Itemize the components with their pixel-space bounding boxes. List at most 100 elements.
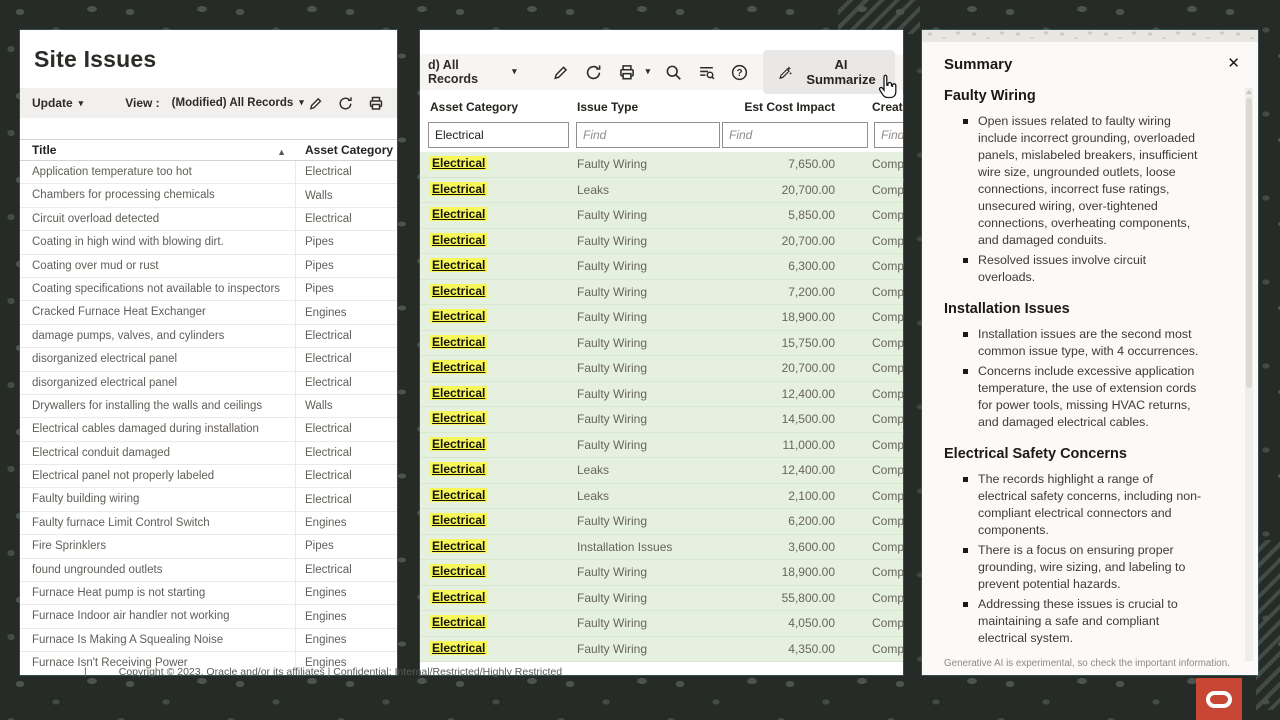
help-button[interactable]: ? xyxy=(730,63,749,82)
table-row[interactable]: Coating specifications not available to … xyxy=(20,278,397,301)
scrollbar-thumb[interactable] xyxy=(1246,98,1252,388)
table-row[interactable]: damage pumps, valves, and cylinders Elec… xyxy=(20,325,397,348)
asset-category-link[interactable]: Electrical xyxy=(430,411,487,425)
asset-category-link[interactable]: Electrical xyxy=(430,615,487,629)
table-row[interactable]: Electrical Leaks 2,100.00 Comp xyxy=(420,484,903,510)
table-row[interactable]: Electrical Faulty Wiring 14,500.00 Comp xyxy=(420,407,903,433)
scrollbar[interactable] xyxy=(1245,88,1253,661)
table-row[interactable]: Electrical Faulty Wiring 20,700.00 Comp xyxy=(420,229,903,255)
asset-category-link[interactable]: Electrical xyxy=(430,564,487,578)
asset-category-cell: Walls xyxy=(296,400,333,412)
table-row[interactable]: Fire Sprinklers Pipes xyxy=(20,535,397,558)
asset-category-link[interactable]: Electrical xyxy=(430,360,487,374)
table-row[interactable]: Electrical Faulty Wiring 55,800.00 Comp xyxy=(420,586,903,612)
oracle-logo-badge[interactable] xyxy=(1196,678,1242,720)
table-row[interactable]: Furnace Heat pump is not starting Engine… xyxy=(20,582,397,605)
table-row[interactable]: Electrical Leaks 20,700.00 Comp xyxy=(420,178,903,204)
table-row[interactable]: Electrical Faulty Wiring 5,850.00 Comp xyxy=(420,203,903,229)
summary-bullet-list: The records highlight a range of electri… xyxy=(978,471,1236,647)
table-row[interactable]: Chambers for processing chemicals Walls xyxy=(20,184,397,207)
edit-button[interactable] xyxy=(307,95,324,112)
table-row[interactable]: found ungrounded outlets Electrical xyxy=(20,559,397,582)
asset-category-link[interactable]: Electrical xyxy=(430,207,487,221)
query-by-example-button[interactable] xyxy=(697,63,716,82)
asset-category-link[interactable]: Electrical xyxy=(430,513,487,527)
table-row[interactable]: Faulty furnace Limit Control Switch Engi… xyxy=(20,512,397,535)
table-row[interactable]: Electrical panel not properly labeled El… xyxy=(20,465,397,488)
est-cost-impact-cell: 4,350.00 xyxy=(725,637,835,663)
summary-section-heading: Installation Issues xyxy=(944,301,1236,317)
table-row[interactable]: Electrical Faulty Wiring 20,700.00 Comp xyxy=(420,356,903,382)
update-menu-button[interactable]: Update▾ xyxy=(32,96,83,110)
table-row[interactable]: Electrical cables damaged during install… xyxy=(20,418,397,441)
filter-asset-category-input[interactable] xyxy=(428,122,569,148)
filter-created-input[interactable] xyxy=(874,122,903,148)
table-row[interactable]: Electrical Faulty Wiring 4,050.00 Comp xyxy=(420,611,903,637)
print-button[interactable] xyxy=(367,94,385,112)
refresh-button[interactable] xyxy=(584,63,603,82)
table-row[interactable]: Electrical Faulty Wiring 7,650.00 Comp xyxy=(420,152,903,178)
table-row[interactable]: Electrical Leaks 12,400.00 Comp xyxy=(420,458,903,484)
table-row[interactable]: Electrical Faulty Wiring 11,000.00 Comp xyxy=(420,433,903,459)
table-row[interactable]: Electrical Faulty Wiring 12,400.00 Comp xyxy=(420,382,903,408)
refresh-button[interactable] xyxy=(337,95,354,112)
print-menu-button[interactable]: ▾ xyxy=(617,62,651,82)
table-row[interactable]: Electrical Faulty Wiring 18,900.00 Comp xyxy=(420,305,903,331)
table-row[interactable]: Electrical Faulty Wiring 18,900.00 Comp xyxy=(420,560,903,586)
close-icon[interactable]: ✕ xyxy=(1227,56,1240,71)
table-row[interactable]: Drywallers for installing the walls and … xyxy=(20,395,397,418)
table-row[interactable]: Electrical Installation Issues 3,600.00 … xyxy=(420,535,903,561)
table-row[interactable]: Electrical Faulty Wiring 15,750.00 Comp xyxy=(420,331,903,357)
column-header-title[interactable]: Title ▲ xyxy=(20,143,296,157)
table-row[interactable]: Furnace Is Making A Squealing Noise Engi… xyxy=(20,629,397,652)
table-row[interactable]: Electrical Faulty Wiring 7,200.00 Comp xyxy=(420,280,903,306)
asset-category-link[interactable]: Electrical xyxy=(430,258,487,272)
asset-category-link[interactable]: Electrical xyxy=(430,284,487,298)
asset-category-link[interactable]: Electrical xyxy=(430,488,487,502)
asset-category-link[interactable]: Electrical xyxy=(430,462,487,476)
table-row[interactable]: Faulty building wiring Electrical xyxy=(20,488,397,511)
asset-category-link[interactable]: Electrical xyxy=(430,590,487,604)
table-row[interactable]: disorganized electrical panel Electrical xyxy=(20,348,397,371)
table-row[interactable]: Coating in high wind with blowing dirt. … xyxy=(20,231,397,254)
scroll-up-icon[interactable] xyxy=(1246,90,1252,94)
table-row[interactable]: Electrical Faulty Wiring 6,300.00 Comp xyxy=(420,254,903,280)
column-header-est-cost-impact[interactable]: Est Cost Impact xyxy=(725,100,835,114)
column-header-created[interactable]: Creat xyxy=(872,100,903,114)
est-cost-impact-cell: 12,400.00 xyxy=(725,382,835,408)
ai-summarize-button[interactable]: AI Summarize xyxy=(763,50,895,94)
asset-category-link[interactable]: Electrical xyxy=(430,156,487,170)
asset-category-link[interactable]: Electrical xyxy=(430,539,487,553)
app-canvas: Site Issues Update▾ View : (Modified) Al… xyxy=(0,0,1280,720)
issue-title-cell: Electrical panel not properly labeled xyxy=(20,465,296,487)
table-row[interactable]: Furnace Indoor air handler not working E… xyxy=(20,605,397,628)
table-row[interactable]: Cracked Furnace Heat Exchanger Engines xyxy=(20,301,397,324)
asset-category-link[interactable]: Electrical xyxy=(430,437,487,451)
table-row[interactable]: Application temperature too hot Electric… xyxy=(20,161,397,184)
table-row[interactable]: Electrical conduit damaged Electrical xyxy=(20,442,397,465)
view-selector[interactable]: d) All Records▾ xyxy=(428,58,517,86)
table-row[interactable]: Electrical Faulty Wiring 4,350.00 Comp xyxy=(420,637,903,663)
table-row[interactable]: Coating over mud or rust Pipes xyxy=(20,255,397,278)
table-row[interactable]: Circuit overload detected Electrical xyxy=(20,208,397,231)
asset-category-link[interactable]: Electrical xyxy=(430,335,487,349)
filter-cost-input[interactable] xyxy=(722,122,868,148)
asset-category-link[interactable]: Electrical xyxy=(430,386,487,400)
filter-issue-type-input[interactable] xyxy=(576,122,720,148)
table-row[interactable]: Electrical Faulty Wiring 6,200.00 Comp xyxy=(420,509,903,535)
asset-category-link[interactable]: Electrical xyxy=(430,233,487,247)
issue-type-cell: Faulty Wiring xyxy=(577,356,647,382)
asset-category-link[interactable]: Electrical xyxy=(430,309,487,323)
table-row[interactable]: disorganized electrical panel Electrical xyxy=(20,372,397,395)
est-cost-impact-cell: 7,200.00 xyxy=(725,280,835,306)
column-header-asset-category[interactable]: Asset Category xyxy=(296,143,393,157)
asset-category-link[interactable]: Electrical xyxy=(430,182,487,196)
view-selector[interactable]: (Modified) All Records▾ xyxy=(172,97,304,109)
edit-button[interactable] xyxy=(551,63,570,82)
column-header-issue-type[interactable]: Issue Type xyxy=(577,100,638,114)
column-header-asset-category[interactable]: Asset Category xyxy=(430,100,518,114)
issue-title-cell: Furnace Indoor air handler not working xyxy=(20,605,296,627)
asset-category-link[interactable]: Electrical xyxy=(430,641,487,655)
search-button[interactable] xyxy=(664,63,683,82)
created-cell: Comp xyxy=(872,586,903,612)
